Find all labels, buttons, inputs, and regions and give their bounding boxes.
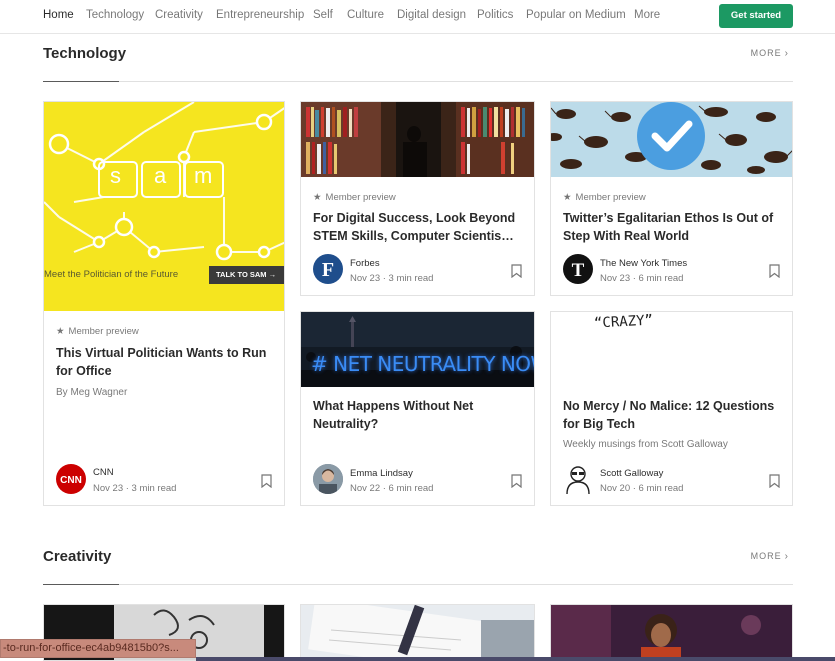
section-header-creativity: Creativity MORE › [43, 537, 793, 585]
story-card[interactable] [300, 604, 535, 661]
story-card[interactable]: # NET NEUTRALITY NOW What Happens Withou… [300, 311, 535, 506]
section-header-technology: Technology MORE › [43, 34, 793, 82]
section-more-link[interactable]: MORE › [751, 48, 789, 59]
story-title[interactable]: For Digital Success, Look Beyond STEM Sk… [313, 209, 524, 245]
bookmark-icon[interactable] [769, 264, 780, 278]
badge-label: Member preview [325, 192, 396, 203]
member-preview-badge: ★ Member preview [56, 326, 139, 337]
image-handwritten-text: “CRAZY” [593, 312, 654, 332]
avatar[interactable]: T [563, 254, 593, 284]
story-title[interactable]: No Mercy / No Malice: 12 Questions for B… [563, 397, 782, 433]
story-card[interactable]: ★ Member preview For Digital Success, Loo… [300, 101, 535, 296]
story-image: s a m Meet the Politician of the Future … [44, 102, 284, 311]
story-meta: Nov 23 · 3 min read [93, 483, 177, 494]
story-title[interactable]: Twitter’s Egalitarian Ethos Is Out of St… [563, 209, 782, 245]
sam-letter: a [154, 163, 167, 188]
author-name[interactable]: Forbes [350, 258, 380, 269]
chevron-right-icon: › [784, 551, 789, 562]
section-title: Creativity [43, 548, 112, 565]
sam-letter: m [194, 163, 213, 188]
author-name[interactable]: Emma Lindsay [350, 468, 413, 479]
badge-label: Member preview [575, 192, 646, 203]
nyt-logo-icon: T [572, 260, 585, 281]
avatar[interactable]: CNN [56, 464, 86, 494]
section-more-link[interactable]: MORE › [751, 551, 789, 562]
story-card[interactable]: s a m Meet the Politician of the Future … [43, 101, 285, 506]
nav-culture[interactable]: Culture [347, 9, 384, 21]
forbes-logo-icon: F [322, 259, 334, 281]
section-title-underline [43, 81, 119, 82]
avatar[interactable] [563, 464, 593, 494]
window-bottom-edge [196, 657, 835, 661]
story-card[interactable]: “CRAZY” No Mercy / No Malice: 12 Questio… [550, 311, 793, 506]
story-meta: Nov 23 · 6 min read [600, 273, 684, 284]
member-preview-badge: ★ Member preview [313, 192, 396, 203]
star-icon: ★ [313, 192, 322, 203]
story-card[interactable]: ★ Member preview Twitter’s Egalitarian Et… [550, 101, 793, 296]
story-title[interactable]: What Happens Without Net Neutrality? [313, 397, 524, 433]
nav-entrepreneurship[interactable]: Entrepreneurship [216, 9, 304, 21]
svg-text:T: T [572, 260, 585, 281]
person-sketch-icon [566, 466, 590, 494]
more-label: MORE [750, 48, 782, 58]
person-photo-icon [313, 464, 343, 494]
section-title: Technology [43, 45, 127, 62]
story-image [551, 102, 792, 177]
badge-label: Member preview [68, 326, 139, 337]
image-cta: TALK TO SAM → [216, 270, 277, 279]
avatar[interactable] [313, 464, 343, 494]
status-bar-url: -to-run-for-office-ec4ab94815b0?s... [0, 639, 196, 658]
cnn-logo-icon: CNN [60, 475, 82, 486]
member-preview-badge: ★ Member preview [563, 192, 646, 203]
author-name[interactable]: CNN [93, 467, 114, 478]
cockroach-verified-illustration [551, 102, 792, 177]
svg-text:CNN: CNN [60, 475, 82, 486]
chevron-right-icon: › [784, 48, 789, 59]
bookmark-icon[interactable] [261, 474, 272, 488]
story-image [551, 605, 792, 660]
story-subtitle: By Meg Wagner [56, 387, 128, 398]
bookmark-icon[interactable] [511, 474, 522, 488]
nav-technology[interactable]: Technology [86, 9, 144, 21]
story-image: “CRAZY” [551, 312, 792, 387]
nav-politics[interactable]: Politics [477, 9, 513, 21]
nav-self[interactable]: Self [313, 9, 333, 21]
nav-digital-design[interactable]: Digital design [397, 9, 466, 21]
story-meta: Nov 20 · 6 min read [600, 483, 684, 494]
nav-creativity[interactable]: Creativity [155, 9, 203, 21]
story-card[interactable] [550, 604, 793, 661]
library-photo [301, 102, 534, 177]
story-meta: Nov 22 · 6 min read [350, 483, 434, 494]
author-name[interactable]: Scott Galloway [600, 468, 663, 479]
section-title-underline [43, 584, 119, 585]
more-label: MORE [750, 551, 782, 561]
story-title[interactable]: This Virtual Politician Wants to Run for… [56, 344, 274, 380]
star-icon: ★ [56, 326, 65, 337]
neon-sign-text: # NET NEUTRALITY NOW [311, 352, 535, 376]
nav-popular-on-medium[interactable]: Popular on Medium [526, 9, 626, 21]
image-caption: Meet the Politician of the Future [44, 269, 179, 280]
nav-more[interactable]: More [634, 9, 660, 21]
svg-text:F: F [322, 259, 334, 281]
sam-letter: s [110, 163, 121, 188]
top-nav: Home Technology Creativity Entrepreneurs… [0, 0, 835, 34]
star-icon: ★ [563, 192, 572, 203]
story-subtitle: Weekly musings from Scott Galloway [563, 439, 728, 450]
story-image: # NET NEUTRALITY NOW [301, 312, 534, 387]
avatar[interactable]: F [313, 254, 343, 284]
story-image [301, 605, 534, 660]
story-meta: Nov 23 · 3 min read [350, 273, 434, 284]
nav-home[interactable]: Home [43, 9, 74, 21]
get-started-button[interactable]: Get started [719, 4, 793, 28]
story-image [301, 102, 534, 177]
bookmark-icon[interactable] [769, 474, 780, 488]
bookmark-icon[interactable] [511, 264, 522, 278]
author-name[interactable]: The New York Times [600, 258, 687, 269]
